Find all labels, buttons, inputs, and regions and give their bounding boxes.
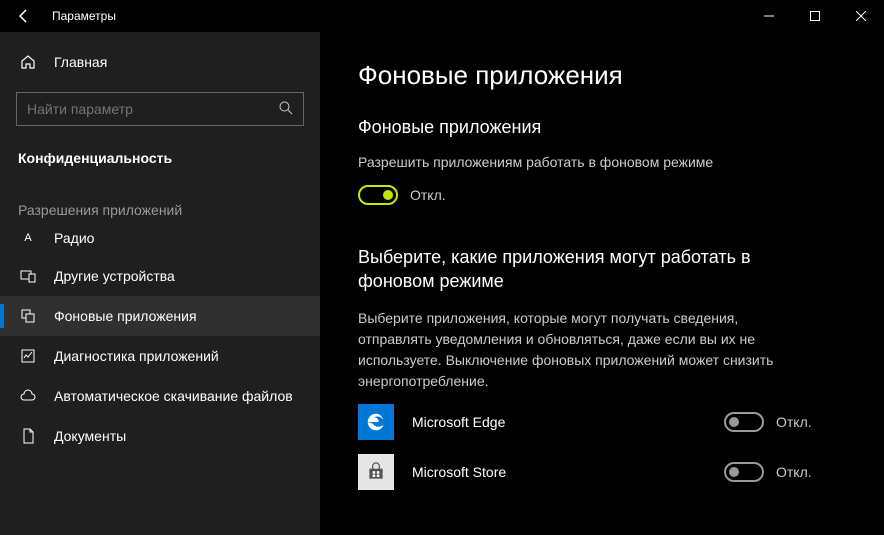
- cloud-icon: [18, 388, 38, 404]
- minimize-icon: [764, 11, 774, 21]
- app-row-store: Microsoft Store Откл.: [358, 454, 844, 490]
- edge-icon: [358, 404, 394, 440]
- background-apps-icon: [18, 308, 38, 324]
- app-toggle-state: Откл.: [776, 414, 812, 430]
- sidebar-item-label: Другие устройства: [54, 268, 175, 284]
- app-row-edge: Microsoft Edge Откл.: [358, 404, 844, 440]
- app-name: Microsoft Edge: [412, 414, 724, 430]
- sidebar-item-label: Диагностика приложений: [54, 348, 219, 364]
- page-title: Фоновые приложения: [358, 60, 844, 91]
- maximize-button[interactable]: [792, 0, 838, 32]
- subheader: Разрешения приложений: [0, 176, 320, 226]
- content: Фоновые приложения Фоновые приложения Ра…: [320, 32, 884, 535]
- home-icon: [18, 54, 38, 70]
- back-button[interactable]: [8, 0, 40, 32]
- sidebar-item-other-devices[interactable]: Другие устройства: [0, 256, 320, 296]
- app-name: Microsoft Store: [412, 464, 724, 480]
- window-title: Параметры: [52, 9, 116, 23]
- store-icon: [358, 454, 394, 490]
- window-controls: [746, 0, 884, 32]
- sidebar-item-radio[interactable]: А Радио: [0, 226, 320, 256]
- app-toggle-state: Откл.: [776, 464, 812, 480]
- arrow-left-icon: [16, 8, 32, 24]
- radio-icon: А: [18, 232, 38, 244]
- home-label: Главная: [54, 54, 107, 70]
- maximize-icon: [810, 11, 820, 21]
- sidebar-item-app-diagnostics[interactable]: Диагностика приложений: [0, 336, 320, 376]
- section1-description: Разрешить приложениям работать в фоновом…: [358, 152, 778, 173]
- sidebar: Главная Конфиденциальность Разрешения пр…: [0, 32, 320, 535]
- section2-title: Выберите, какие приложения могут работат…: [358, 245, 818, 294]
- devices-icon: [18, 268, 38, 284]
- section2-description: Выберите приложения, которые могут получ…: [358, 308, 778, 392]
- section1-title: Фоновые приложения: [358, 117, 844, 138]
- sidebar-item-background-apps[interactable]: Фоновые приложения: [0, 296, 320, 336]
- master-toggle[interactable]: [358, 185, 398, 205]
- app-toggle-edge[interactable]: [724, 412, 764, 432]
- app-toggle-store[interactable]: [724, 462, 764, 482]
- sidebar-item-label: Фоновые приложения: [54, 308, 197, 324]
- sidebar-item-label: Радио: [54, 230, 94, 246]
- minimize-button[interactable]: [746, 0, 792, 32]
- category-label: Конфиденциальность: [0, 144, 320, 176]
- search-icon: [278, 100, 294, 119]
- diagnostics-icon: [18, 348, 38, 364]
- titlebar: Параметры: [0, 0, 884, 32]
- sidebar-item-documents[interactable]: Документы: [0, 416, 320, 456]
- sidebar-item-auto-downloads[interactable]: Автоматическое скачивание файлов: [0, 376, 320, 416]
- sidebar-item-label: Документы: [54, 428, 126, 444]
- close-button[interactable]: [838, 0, 884, 32]
- home-button[interactable]: Главная: [0, 44, 320, 80]
- sidebar-item-label: Автоматическое скачивание файлов: [54, 388, 293, 404]
- document-icon: [18, 428, 38, 444]
- master-toggle-state: Откл.: [410, 187, 446, 203]
- close-icon: [856, 11, 866, 21]
- search-input[interactable]: [16, 92, 304, 126]
